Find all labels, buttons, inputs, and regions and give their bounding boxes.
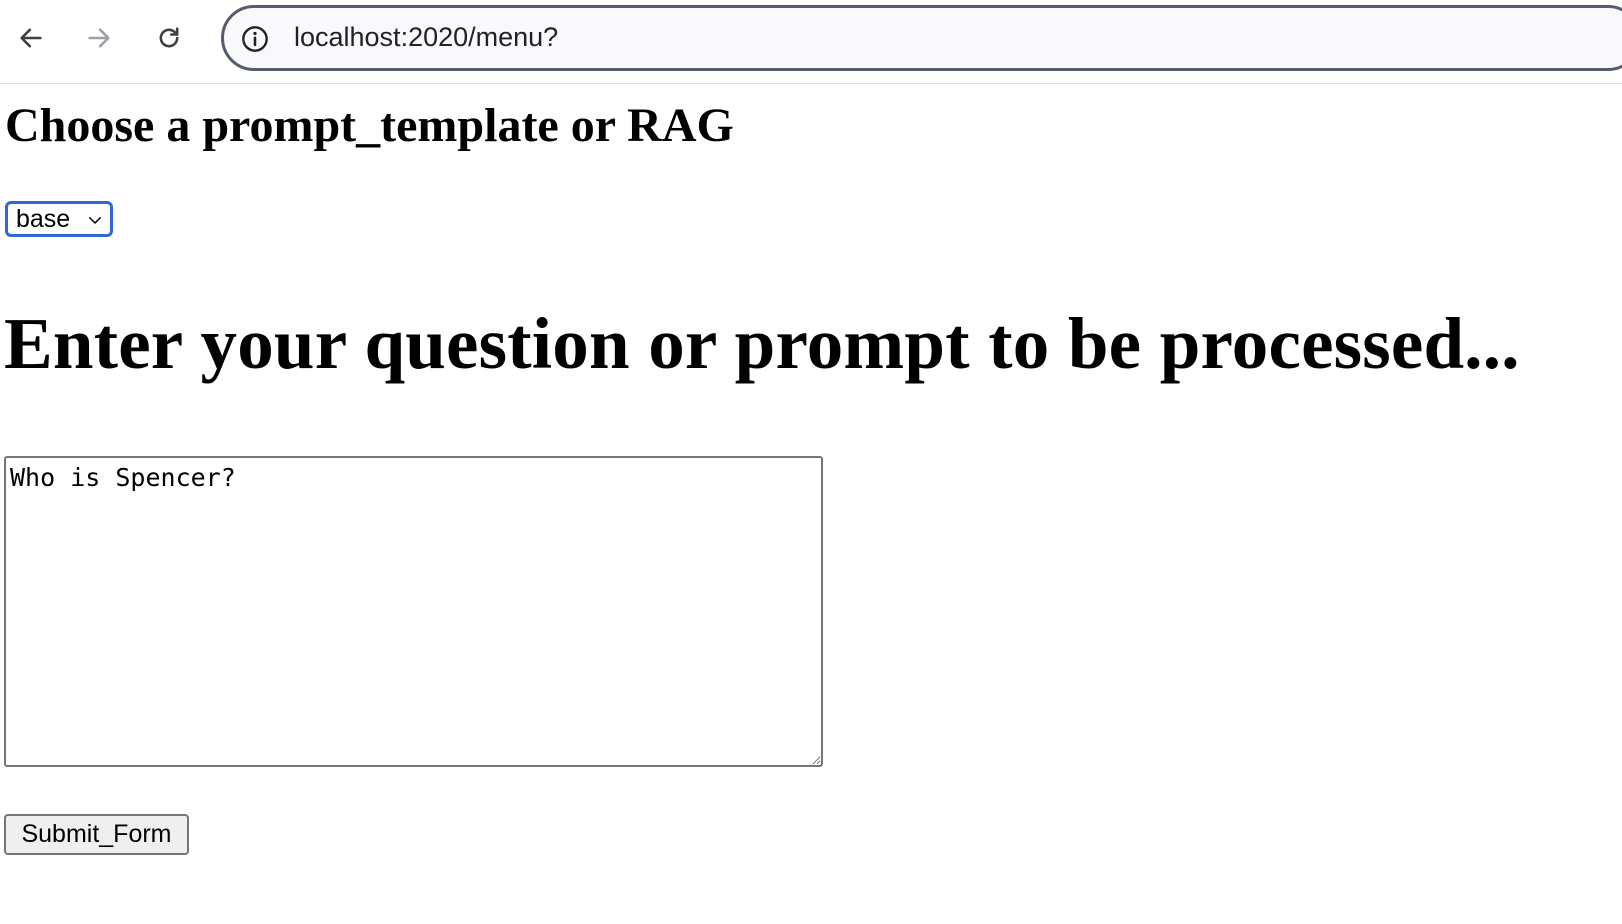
submit-form-button[interactable]: Submit_Form — [4, 814, 189, 855]
back-arrow-icon — [20, 28, 42, 48]
reload-icon — [159, 27, 179, 48]
template-select-value: base — [16, 204, 71, 233]
prompt-heading: Enter your question or prompt to be proc… — [4, 303, 1520, 384]
forward-arrow-icon — [88, 28, 110, 48]
prompt-textarea[interactable]: Who is Spencer? — [4, 456, 823, 767]
address-bar[interactable]: localhost:2020/menu? — [221, 5, 1622, 71]
choose-template-heading: Choose a prompt_template or RAG — [5, 99, 734, 152]
browser-toolbar: localhost:2020/menu? — [0, 0, 1622, 84]
chevron-down-icon — [89, 217, 101, 224]
url-text[interactable]: localhost:2020/menu? — [294, 22, 558, 53]
template-select[interactable]: base — [5, 201, 113, 237]
info-icon[interactable] — [241, 25, 269, 53]
back-button[interactable] — [11, 18, 51, 58]
forward-button[interactable] — [79, 18, 119, 58]
reload-button[interactable] — [149, 18, 189, 58]
